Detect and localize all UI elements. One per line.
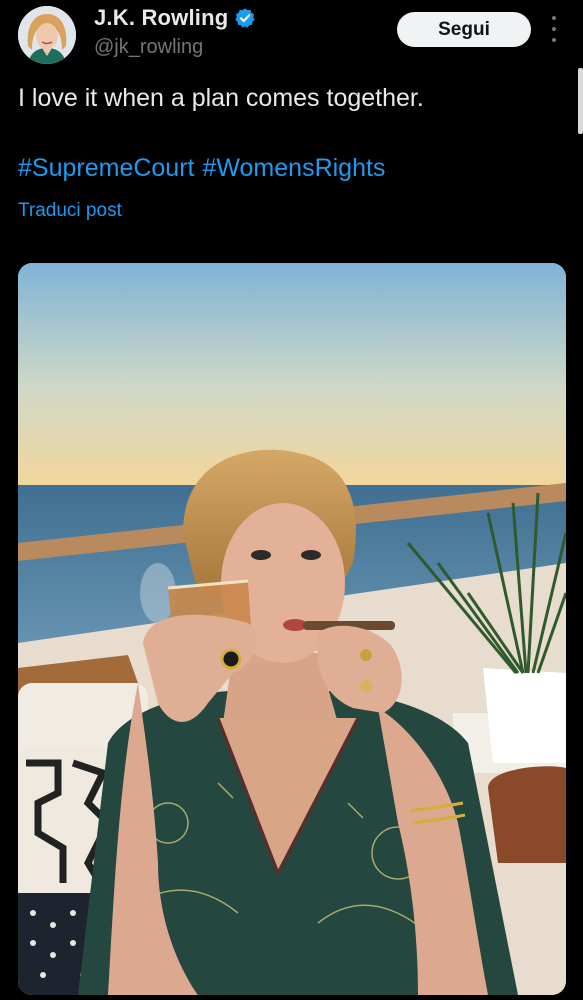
hashtag-link[interactable]: #SupremeCourt (18, 152, 194, 184)
photo-image (18, 263, 566, 995)
author-avatar[interactable] (18, 6, 76, 64)
avatar-photo (18, 6, 76, 64)
scrollbar-thumb[interactable] (578, 68, 583, 134)
verified-badge-icon (234, 7, 256, 29)
author-handle[interactable]: @jk_rowling (94, 36, 203, 59)
post-text: I love it when a plan comes together. (18, 84, 424, 112)
hashtag-link[interactable]: #WomensRights (202, 152, 385, 184)
more-dot (552, 38, 556, 42)
more-dot (552, 16, 556, 20)
name-row: J.K. Rowling (94, 5, 256, 31)
more-dot (552, 27, 556, 31)
post-header: J.K. Rowling @jk_rowling Segui (0, 0, 583, 70)
follow-button[interactable]: Segui (397, 12, 531, 47)
author-display-name[interactable]: J.K. Rowling (94, 5, 228, 31)
translate-post-link[interactable]: Traduci post (18, 200, 122, 222)
more-vertical-icon[interactable] (546, 16, 562, 42)
post-hashtags: #SupremeCourt #WomensRights (18, 152, 385, 184)
post-media-photo[interactable] (18, 263, 566, 995)
